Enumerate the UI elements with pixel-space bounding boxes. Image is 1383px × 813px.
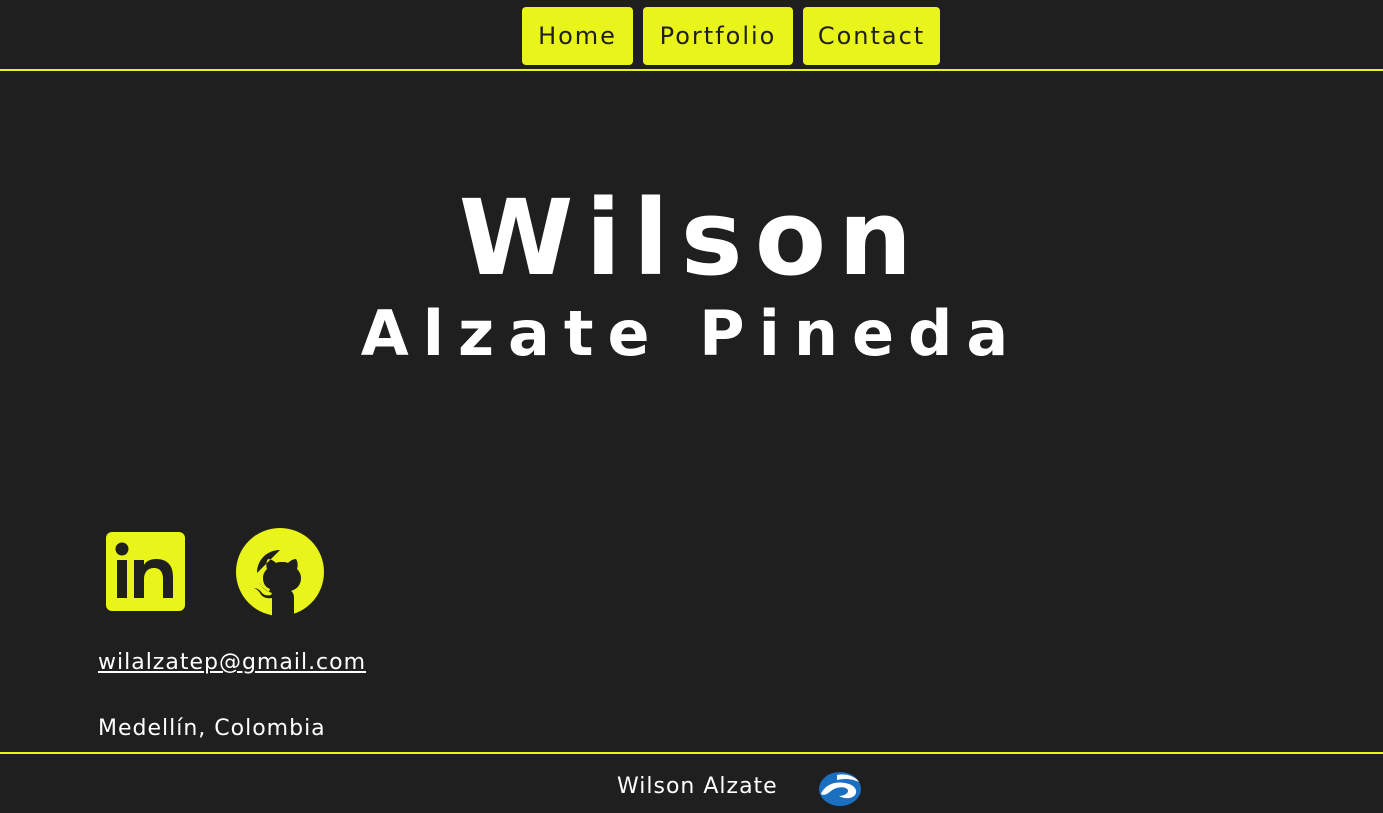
nav-portfolio-button[interactable]: Portfolio: [643, 7, 793, 65]
nav-home-button[interactable]: Home: [522, 7, 633, 65]
github-glyph: [236, 528, 324, 616]
top-navigation: Home Portfolio Contact: [0, 0, 1383, 71]
email-link[interactable]: wilalzatep@gmail.com: [98, 650, 366, 675]
github-icon[interactable]: [236, 528, 324, 616]
linkedin-glyph: [115, 542, 173, 598]
location-text: Medellín, Colombia: [98, 716, 326, 741]
linkedin-icon[interactable]: [106, 532, 185, 611]
footer: Wilson Alzate: [0, 752, 1383, 813]
hero-last-name: Alzate Pineda: [360, 297, 1023, 370]
footer-name: Wilson Alzate: [617, 774, 778, 799]
hero-first-name: Wilson: [458, 177, 925, 299]
blue-swirl-logo-icon: [815, 770, 863, 808]
logo-glyph: [819, 772, 861, 806]
page: Home Portfolio Contact Wilson Alzate Pin…: [0, 0, 1383, 813]
nav-contact-button[interactable]: Contact: [803, 7, 940, 65]
